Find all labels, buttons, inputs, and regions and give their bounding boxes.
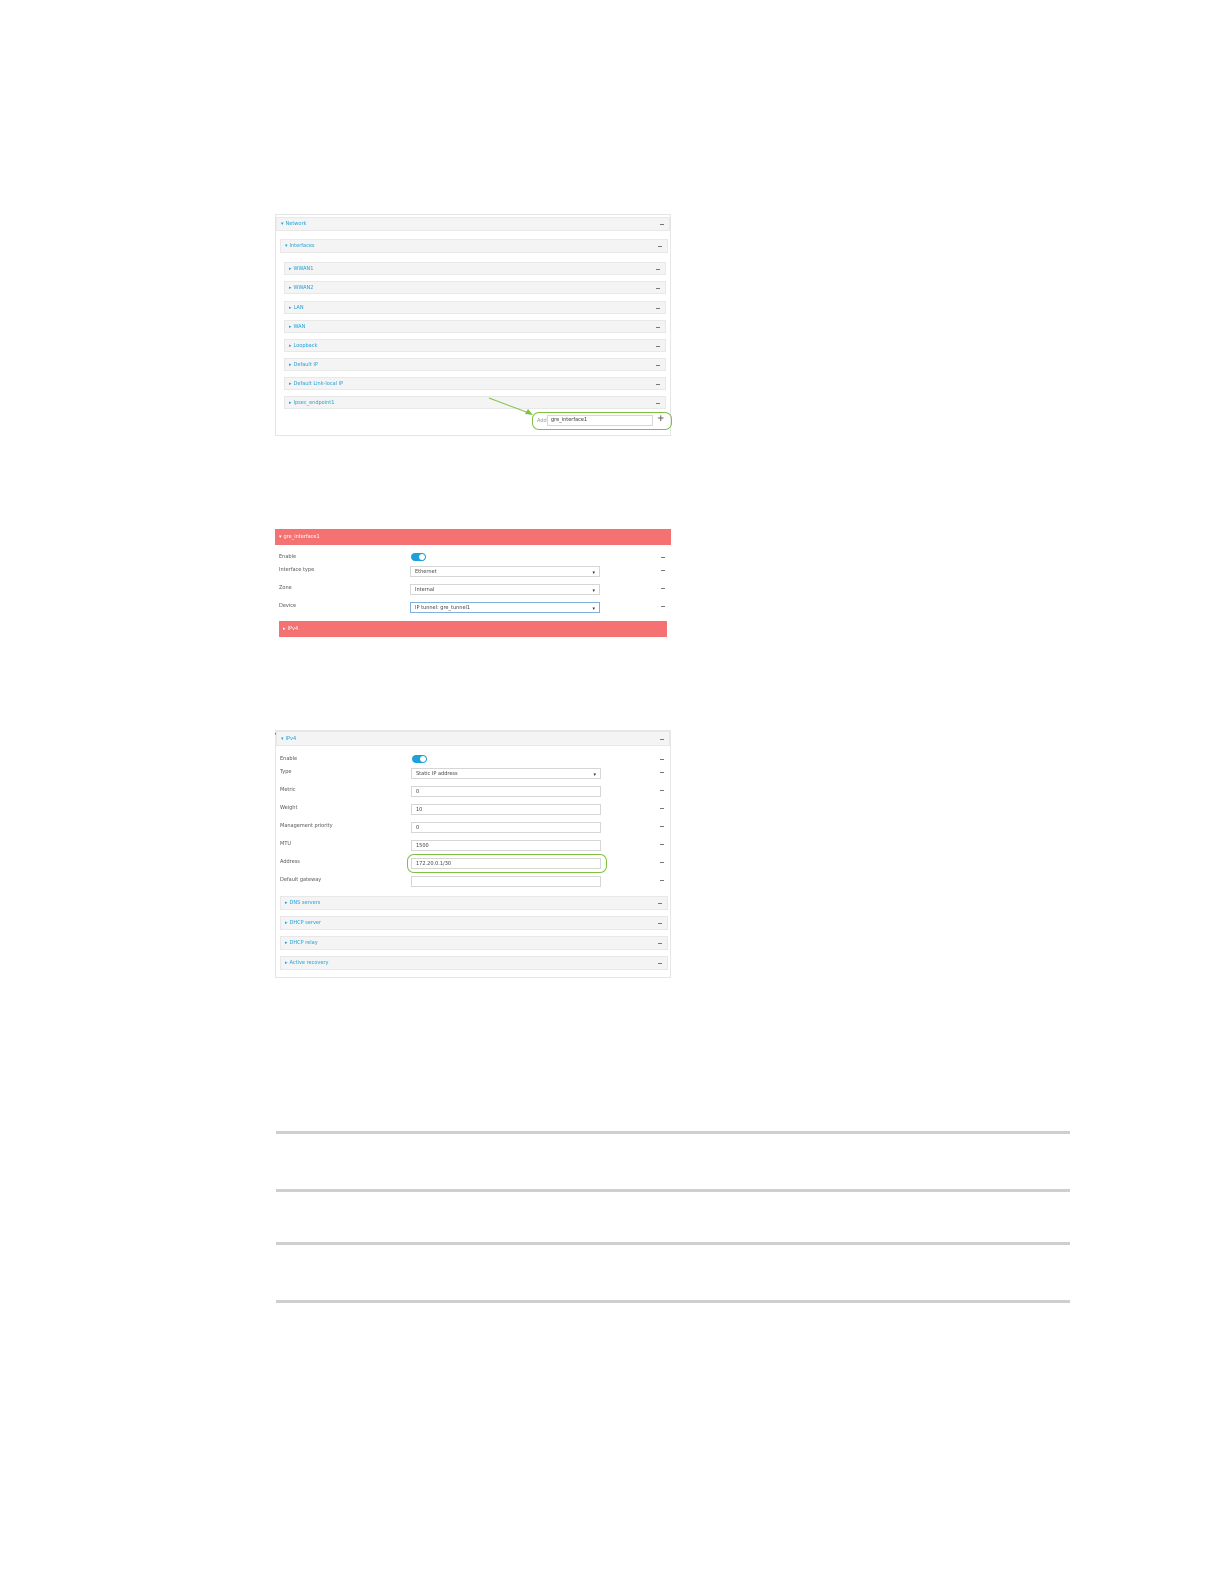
dhcp-relay-section[interactable]: DHCP relay [280, 936, 668, 950]
dns-servers-section[interactable]: DNS servers [280, 896, 668, 910]
type-select[interactable]: Static IP address ▾ [411, 768, 601, 779]
zone-select[interactable]: Internal ▾ [410, 584, 600, 595]
management-priority-label: Management priority [280, 823, 333, 829]
active-recovery-section[interactable]: Active recovery [280, 956, 668, 970]
divider-rule [276, 1131, 1070, 1134]
section-label: DHCP server [281, 920, 322, 926]
gre-interface-title: gre_interface1 [283, 534, 320, 540]
menu-icon[interactable] [660, 790, 664, 791]
menu-icon[interactable] [658, 903, 662, 904]
menu-icon[interactable] [660, 844, 664, 845]
mtu-label: MTU [280, 841, 292, 847]
screenshot-gre-interface: gre_interface1 Enable Interface type Eth… [275, 529, 671, 639]
device-label: Device [279, 603, 297, 609]
type-value: Static IP address [416, 770, 458, 777]
menu-icon[interactable] [661, 606, 665, 607]
caret-down-icon: ▾ [592, 606, 595, 612]
ipv4-label: IPv4 [287, 626, 299, 632]
default-gateway-input[interactable] [411, 876, 601, 887]
interface-type-label: Interface type [279, 567, 315, 573]
caret-down-icon: ▾ [593, 772, 596, 778]
interface-type-value: Ethernet [415, 568, 437, 575]
menu-icon[interactable] [661, 557, 665, 558]
menu-icon[interactable] [660, 772, 664, 773]
dhcp-server-section[interactable]: DHCP server [280, 916, 668, 930]
enable-toggle[interactable] [411, 553, 426, 561]
caret-down-icon: ▾ [592, 570, 595, 576]
default-gateway-label: Default gateway [280, 877, 322, 883]
mtu-input[interactable]: 1500 [411, 840, 601, 851]
menu-icon[interactable] [660, 862, 664, 863]
divider-rule [276, 1242, 1070, 1245]
enable-label: Enable [279, 554, 297, 560]
menu-icon[interactable] [660, 826, 664, 827]
ipv4-section-header[interactable]: IPv4 [279, 621, 667, 637]
metric-label: Metric [280, 787, 296, 793]
menu-icon[interactable] [660, 759, 664, 760]
menu-icon[interactable] [658, 963, 662, 964]
ipv4-title: IPv4 [277, 736, 297, 742]
management-priority-input[interactable]: 0 [411, 822, 601, 833]
menu-icon[interactable] [661, 570, 665, 571]
address-label: Address [280, 859, 300, 865]
zone-value: Internal [415, 586, 435, 593]
weight-input[interactable]: 10 [411, 804, 601, 815]
screenshot-ipv4: ↖ IPv4 Enable Type Static IP address ▾ M… [274, 730, 671, 978]
menu-icon[interactable] [658, 923, 662, 924]
gre-interface-header[interactable]: gre_interface1 [275, 529, 671, 545]
metric-input[interactable]: 0 [411, 786, 601, 797]
menu-icon[interactable] [660, 880, 664, 881]
zone-label: Zone [279, 585, 292, 591]
section-label: Active recovery [281, 960, 329, 966]
menu-icon[interactable] [661, 588, 665, 589]
menu-icon[interactable] [660, 808, 664, 809]
section-label: DHCP relay [281, 940, 318, 946]
address-highlight-outline [407, 854, 607, 873]
device-value: IP tunnel: gre_tunnel1 [415, 604, 471, 611]
divider-rule [276, 1189, 1070, 1192]
weight-label: Weight [280, 805, 298, 811]
section-label: DNS servers [281, 900, 321, 906]
ipv4-section-header[interactable]: IPv4 [276, 731, 670, 746]
type-label: Type [280, 769, 292, 775]
interface-type-select[interactable]: Ethernet ▾ [410, 566, 600, 577]
enable-label: Enable [280, 756, 298, 762]
enable-toggle[interactable] [412, 755, 427, 763]
collapse-icon[interactable] [660, 738, 664, 740]
device-select[interactable]: IP tunnel: gre_tunnel1 ▾ [410, 602, 600, 613]
menu-icon[interactable] [658, 943, 662, 944]
divider-rule [276, 1300, 1070, 1303]
caret-down-icon: ▾ [592, 588, 595, 594]
